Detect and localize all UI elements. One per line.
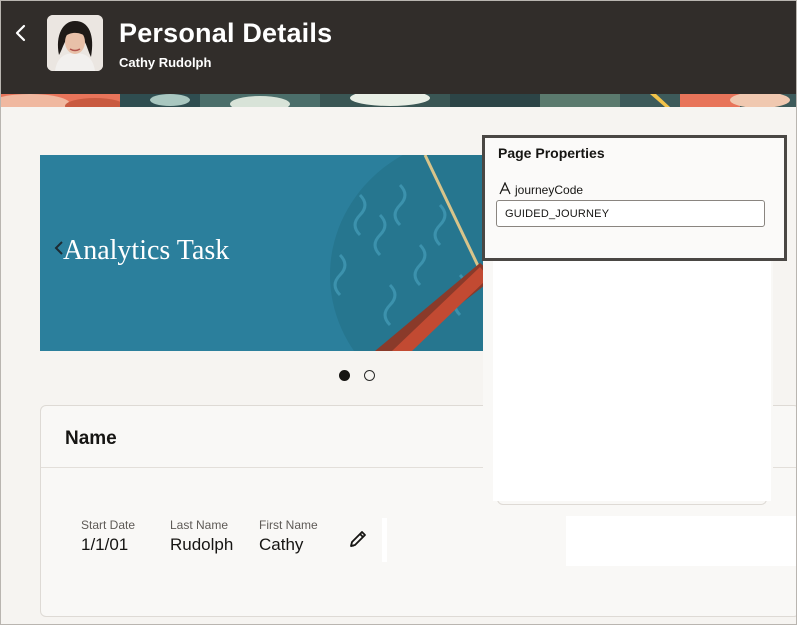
pencil-icon [350,531,366,547]
journey-code-label: journeyCode [515,183,584,197]
back-button[interactable] [10,20,32,46]
panel-body [493,259,771,501]
person-name: Cathy Rudolph [119,55,212,70]
carousel-dot-2[interactable] [364,370,375,381]
page-properties-panel: Page Properties journeyCode [482,135,787,261]
first-name-label: First Name [259,518,318,532]
name-card-title: Name [65,428,117,449]
edit-name-button[interactable] [347,528,369,550]
text-type-icon [499,181,511,198]
app-header: Personal Details Cathy Rudolph [0,0,797,94]
start-date-value: 1/1/01 [81,535,129,554]
panel-title: Page Properties [498,145,605,161]
start-date-field: Start Date 1/1/01 [81,518,135,555]
carousel-dot-1[interactable] [339,370,350,381]
banner-title: Analytics Task [63,235,230,266]
divider [382,518,387,562]
page-title: Personal Details [119,18,333,48]
first-name-field: First Name Cathy [259,518,318,555]
last-name-field: Last Name Rudolph [170,518,233,555]
blank-area [566,516,797,566]
chevron-left-icon [15,24,26,42]
carousel-pagination [339,370,375,381]
last-name-value: Rudolph [170,535,234,554]
avatar [47,15,103,71]
analytics-task-banner[interactable]: Analytics Task [40,155,485,351]
decorative-banner-strip [0,94,797,107]
journey-code-input[interactable] [496,200,765,227]
property-label-row: journeyCode [499,181,584,198]
first-name-value: Cathy [259,535,304,554]
start-date-label: Start Date [81,518,136,532]
last-name-label: Last Name [170,518,229,532]
